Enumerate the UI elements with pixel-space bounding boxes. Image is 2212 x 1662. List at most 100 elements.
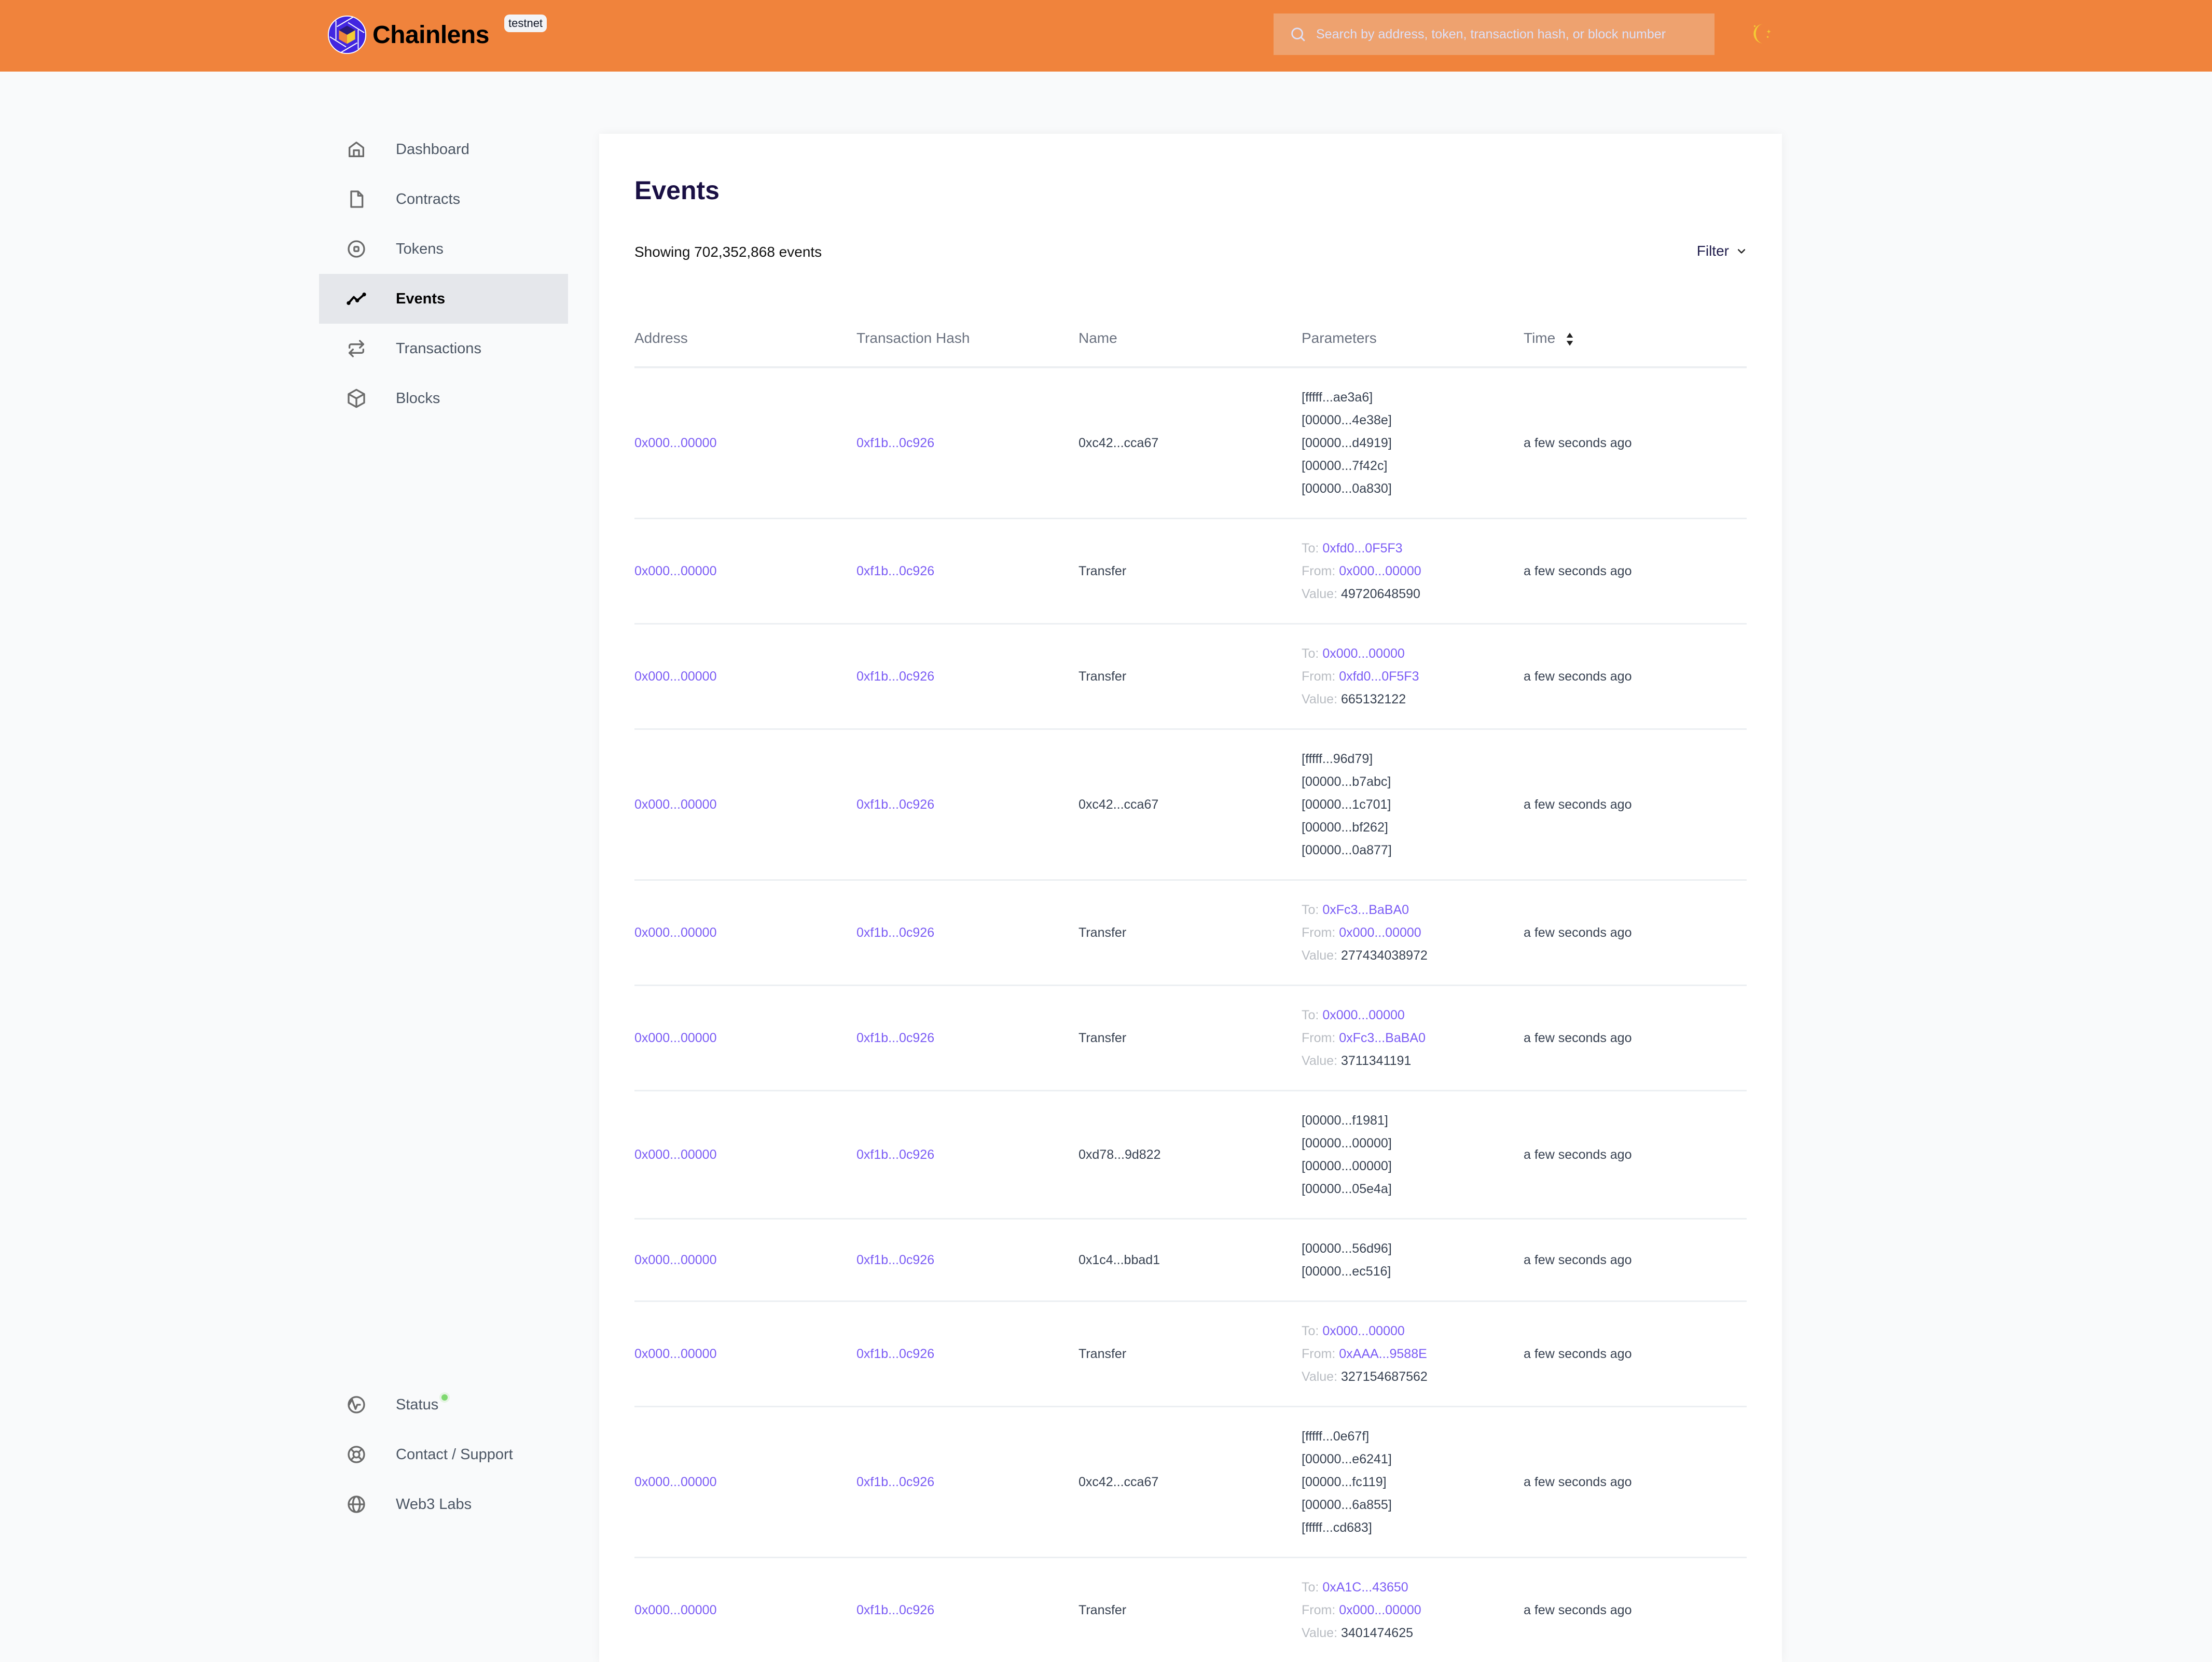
table-row[interactable]: 0x000...00000 0xf1b...0c926 Transfer To: 0x…: [634, 518, 1747, 625]
tx-hash-cell: 0xf1b...0c926: [856, 1090, 1079, 1220]
address-cell: 0x000...00000: [634, 1406, 856, 1558]
sidebar-item-blocks[interactable]: Blocks: [319, 373, 568, 423]
sidebar-item-contact-support[interactable]: Contact / Support: [319, 1430, 568, 1479]
globe-icon: [348, 1495, 365, 1513]
event-time: a few seconds ago: [1524, 563, 1632, 578]
param-value: [fffff...cd683]: [1302, 1520, 1372, 1535]
events-card: Events Showing 702,352,868 events Filter…: [599, 134, 1782, 1662]
tx-hash-link[interactable]: 0xf1b...0c926: [856, 1347, 934, 1361]
event-name-cell: Transfer: [1079, 1557, 1302, 1662]
param-value: [fffff...ae3a6]: [1302, 390, 1373, 405]
param-to-address-link[interactable]: 0x000...00000: [1322, 1324, 1404, 1338]
sidebar-item-web3-labs[interactable]: Web3 Labs: [319, 1479, 568, 1529]
address-link[interactable]: 0x000...00000: [634, 797, 716, 812]
param-from-address-link[interactable]: 0x000...00000: [1339, 925, 1421, 940]
param-to-address-link[interactable]: 0xA1C...43650: [1322, 1580, 1408, 1595]
param-value: [00000...4e38e]: [1302, 413, 1392, 427]
tx-hash-link[interactable]: 0xf1b...0c926: [856, 669, 934, 684]
table-row[interactable]: 0x000...00000 0xf1b...0c926 0xc42...cca67 […: [634, 367, 1747, 519]
param-to: To: 0x000...00000: [1302, 642, 1524, 665]
parameters-cell: [00000...56d96] [00000...ec516]: [1302, 1218, 1524, 1302]
tx-hash-link[interactable]: 0xf1b...0c926: [856, 1031, 934, 1045]
tx-hash-cell: 0xf1b...0c926: [856, 729, 1079, 881]
brand[interactable]: Chainlens: [327, 15, 489, 55]
sidebar-item-dashboard[interactable]: Dashboard: [319, 124, 568, 174]
address-link[interactable]: 0x000...00000: [634, 1475, 716, 1489]
table-row[interactable]: 0x000...00000 0xf1b...0c926 0xc42...cca67 […: [634, 729, 1747, 881]
address-link[interactable]: 0x000...00000: [634, 925, 716, 940]
param-from-address-link[interactable]: 0xfd0...0F5F3: [1339, 669, 1419, 684]
param-to: To: 0xfd0...0F5F3: [1302, 537, 1524, 560]
search-input[interactable]: [1316, 26, 1710, 42]
parameters-cell: To: 0x000...00000 From: 0xFc3...BaBA0 Valu…: [1302, 985, 1524, 1091]
param-from-label: From:: [1302, 669, 1336, 684]
table-row[interactable]: 0x000...00000 0xf1b...0c926 Transfer To: 0x…: [634, 985, 1747, 1091]
address-link[interactable]: 0x000...00000: [634, 669, 716, 684]
table-row[interactable]: 0x000...00000 0xf1b...0c926 Transfer To: 0x…: [634, 1557, 1747, 1662]
sidebar-item-status[interactable]: Status: [319, 1380, 568, 1430]
param-value: [00000...b7abc]: [1302, 774, 1391, 789]
address-link[interactable]: 0x000...00000: [634, 436, 716, 450]
search-bar[interactable]: [1274, 13, 1715, 55]
address-link[interactable]: 0x000...00000: [634, 1147, 716, 1162]
event-time: a few seconds ago: [1524, 1147, 1632, 1162]
tx-hash-link[interactable]: 0xf1b...0c926: [856, 1147, 934, 1162]
param-from-label: From:: [1302, 1603, 1336, 1617]
param-from-address-link[interactable]: 0x000...00000: [1339, 1603, 1421, 1617]
param-value: Value: 3711341191: [1302, 1049, 1524, 1072]
event-name: Transfer: [1079, 563, 1127, 578]
tx-hash-link[interactable]: 0xf1b...0c926: [856, 1603, 934, 1617]
param-value: [00000...6a855]: [1302, 1498, 1392, 1512]
param-value: [00000...0a877]: [1302, 843, 1392, 857]
table-row[interactable]: 0x000...00000 0xf1b...0c926 Transfer To: 0x…: [634, 624, 1747, 730]
token-icon: [348, 240, 365, 258]
column-header-time[interactable]: Time: [1524, 310, 1747, 368]
parameters-cell: To: 0x000...00000 From: 0xAAA...9588E Valu…: [1302, 1301, 1524, 1407]
address-link[interactable]: 0x000...00000: [634, 1347, 716, 1361]
param-to-address-link[interactable]: 0x000...00000: [1322, 646, 1404, 661]
address-cell: 0x000...00000: [634, 367, 856, 519]
table-row[interactable]: 0x000...00000 0xf1b...0c926 Transfer To: 0x…: [634, 880, 1747, 986]
parameters-cell: To: 0x000...00000 From: 0xfd0...0F5F3 Valu…: [1302, 624, 1524, 730]
param-value: [00000...0a830]: [1302, 481, 1392, 496]
tx-hash-link[interactable]: 0xf1b...0c926: [856, 1475, 934, 1489]
param-from-address-link[interactable]: 0xAAA...9588E: [1339, 1347, 1427, 1361]
tx-hash-link[interactable]: 0xf1b...0c926: [856, 564, 934, 578]
event-name-cell: 0xc42...cca67: [1079, 367, 1302, 519]
param-value: [00000...1c701]: [1302, 797, 1391, 812]
parameters-cell: [fffff...ae3a6] [00000...4e38e] [00000...d…: [1302, 367, 1524, 519]
tx-hash-link[interactable]: 0xf1b...0c926: [856, 925, 934, 940]
table-row[interactable]: 0x000...00000 0xf1b...0c926 0xc42...cca67 […: [634, 1406, 1747, 1558]
param-value: [00000...fc119]: [1302, 1475, 1387, 1489]
tx-hash-link[interactable]: 0xf1b...0c926: [856, 1253, 934, 1267]
sort-icon[interactable]: [1566, 332, 1574, 347]
param-value-label: Value:: [1302, 1369, 1338, 1384]
tx-hash-cell: 0xf1b...0c926: [856, 1218, 1079, 1302]
event-name: 0x1c4...bbad1: [1079, 1252, 1160, 1267]
network-badge: testnet: [504, 15, 547, 32]
table-row[interactable]: 0x000...00000 0xf1b...0c926 0x1c4...bbad1 […: [634, 1218, 1747, 1302]
param-from-address-link[interactable]: 0xFc3...BaBA0: [1339, 1031, 1426, 1045]
tx-hash-link[interactable]: 0xf1b...0c926: [856, 436, 934, 450]
address-link[interactable]: 0x000...00000: [634, 1603, 716, 1617]
sidebar-item-contracts[interactable]: Contracts: [319, 174, 568, 224]
address-link[interactable]: 0x000...00000: [634, 564, 716, 578]
event-name-cell: Transfer: [1079, 880, 1302, 986]
address-link[interactable]: 0x000...00000: [634, 1253, 716, 1267]
table-row[interactable]: 0x000...00000 0xf1b...0c926 0xd78...9d822 […: [634, 1090, 1747, 1220]
param-from-address-link[interactable]: 0x000...00000: [1339, 564, 1421, 578]
event-time: a few seconds ago: [1524, 1474, 1632, 1489]
tx-hash-link[interactable]: 0xf1b...0c926: [856, 797, 934, 812]
param-to-address-link[interactable]: 0xfd0...0F5F3: [1322, 541, 1402, 556]
sidebar-item-transactions[interactable]: Transactions: [319, 324, 568, 373]
param-to-address-link[interactable]: 0x000...00000: [1322, 1008, 1404, 1022]
address-cell: 0x000...00000: [634, 1218, 856, 1302]
table-row[interactable]: 0x000...00000 0xf1b...0c926 Transfer To: 0x…: [634, 1301, 1747, 1407]
sidebar-item-events[interactable]: Events: [319, 274, 568, 324]
moon-stars-icon[interactable]: [1748, 21, 1774, 47]
sidebar-item-tokens[interactable]: Tokens: [319, 224, 568, 274]
sidebar-item-label: Tokens: [396, 240, 444, 257]
param-to-address-link[interactable]: 0xFc3...BaBA0: [1322, 903, 1409, 917]
address-link[interactable]: 0x000...00000: [634, 1031, 716, 1045]
filter-dropdown[interactable]: Filter: [1697, 243, 1747, 259]
